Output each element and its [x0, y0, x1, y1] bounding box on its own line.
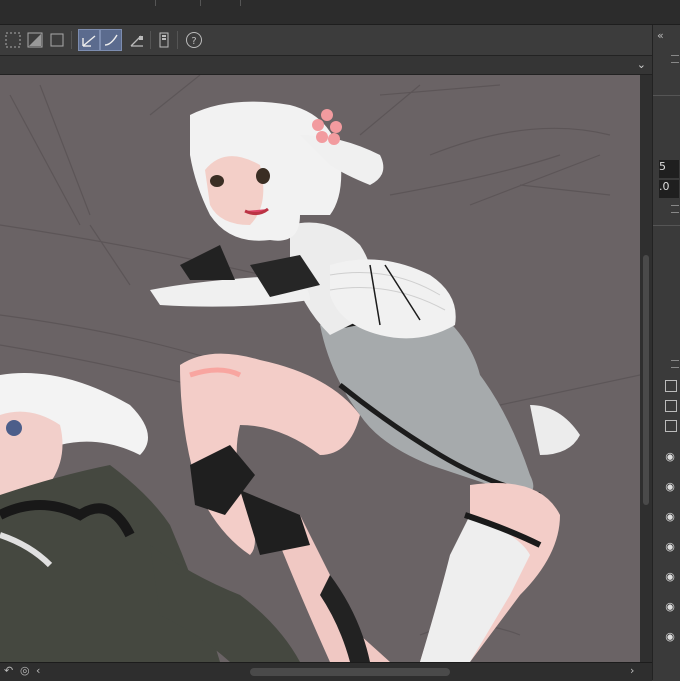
layer-option-icon[interactable]	[665, 400, 677, 412]
panel-grip-icon[interactable]	[671, 55, 679, 63]
fill-icon	[27, 32, 43, 48]
fill-tool-button[interactable]	[24, 29, 46, 51]
toolbar-separator	[150, 31, 151, 49]
help-tool-button[interactable]: ?	[183, 29, 205, 51]
collapse-panel-icon[interactable]: «	[657, 29, 664, 42]
divider	[155, 0, 156, 6]
right-dock-panel: « 5 .0 ◉ ◉ ◉ ◉ ◉ ◉ ◉	[652, 25, 680, 680]
svg-text:?: ?	[191, 36, 196, 47]
eye-icon[interactable]: ◉	[663, 480, 677, 494]
device-icon	[159, 32, 169, 48]
value-text: 5	[659, 160, 666, 173]
ruler-icon	[82, 35, 96, 47]
layer-option-icon[interactable]	[665, 380, 677, 392]
perspective-ruler-icon	[130, 35, 143, 47]
scroll-left-icon[interactable]: ‹	[36, 664, 40, 677]
perspective-tool-button[interactable]	[126, 29, 148, 51]
canvas-vertical-scrollbar[interactable]	[640, 75, 652, 662]
artwork	[0, 75, 640, 662]
tool-toolbar: ?	[0, 25, 652, 56]
toolbar-separator	[177, 31, 178, 49]
divider	[200, 0, 201, 6]
reset-rotation-icon[interactable]: ◎	[20, 664, 30, 677]
help-icon: ?	[186, 32, 202, 48]
view-subbar: ⌄	[0, 56, 652, 75]
rotate-left-icon[interactable]: ↶	[4, 664, 13, 677]
canvas-bottom-bar: ↶ ◎ ‹ ›	[0, 662, 652, 681]
device-tool-button[interactable]	[153, 29, 175, 51]
select-grid-tool-button[interactable]	[2, 29, 24, 51]
panel-divider	[653, 95, 680, 96]
eye-icon[interactable]: ◉	[663, 630, 677, 644]
eye-icon[interactable]: ◉	[663, 540, 677, 554]
value-text: .0	[659, 180, 670, 193]
panel-divider	[653, 225, 680, 226]
frame-tool-button[interactable]	[46, 29, 68, 51]
divider	[240, 0, 241, 6]
layer-option-icon[interactable]	[665, 420, 677, 432]
panel-grip-icon[interactable]	[671, 205, 679, 213]
ruler-tool-button[interactable]	[78, 29, 100, 51]
grid-icon	[5, 32, 21, 48]
top-strip	[0, 0, 680, 25]
eye-icon[interactable]: ◉	[663, 600, 677, 614]
frame-icon	[50, 33, 64, 47]
ruler-curve-tool-button[interactable]	[100, 29, 122, 51]
eye-icon[interactable]: ◉	[663, 510, 677, 524]
eye-icon[interactable]: ◉	[663, 450, 677, 464]
value-field[interactable]: .0	[659, 180, 679, 198]
horizontal-scrollbar-thumb[interactable]	[250, 668, 450, 676]
eye-icon[interactable]: ◉	[663, 570, 677, 584]
scrollbar-thumb[interactable]	[643, 255, 649, 505]
panel-grip-icon[interactable]	[671, 360, 679, 368]
curve-ruler-icon	[104, 34, 118, 46]
value-field[interactable]: 5	[659, 160, 679, 178]
scroll-right-icon[interactable]: ›	[630, 664, 634, 677]
toolbar-separator	[71, 31, 72, 49]
chevron-down-icon[interactable]: ⌄	[637, 58, 646, 72]
drawing-canvas[interactable]	[0, 75, 640, 662]
